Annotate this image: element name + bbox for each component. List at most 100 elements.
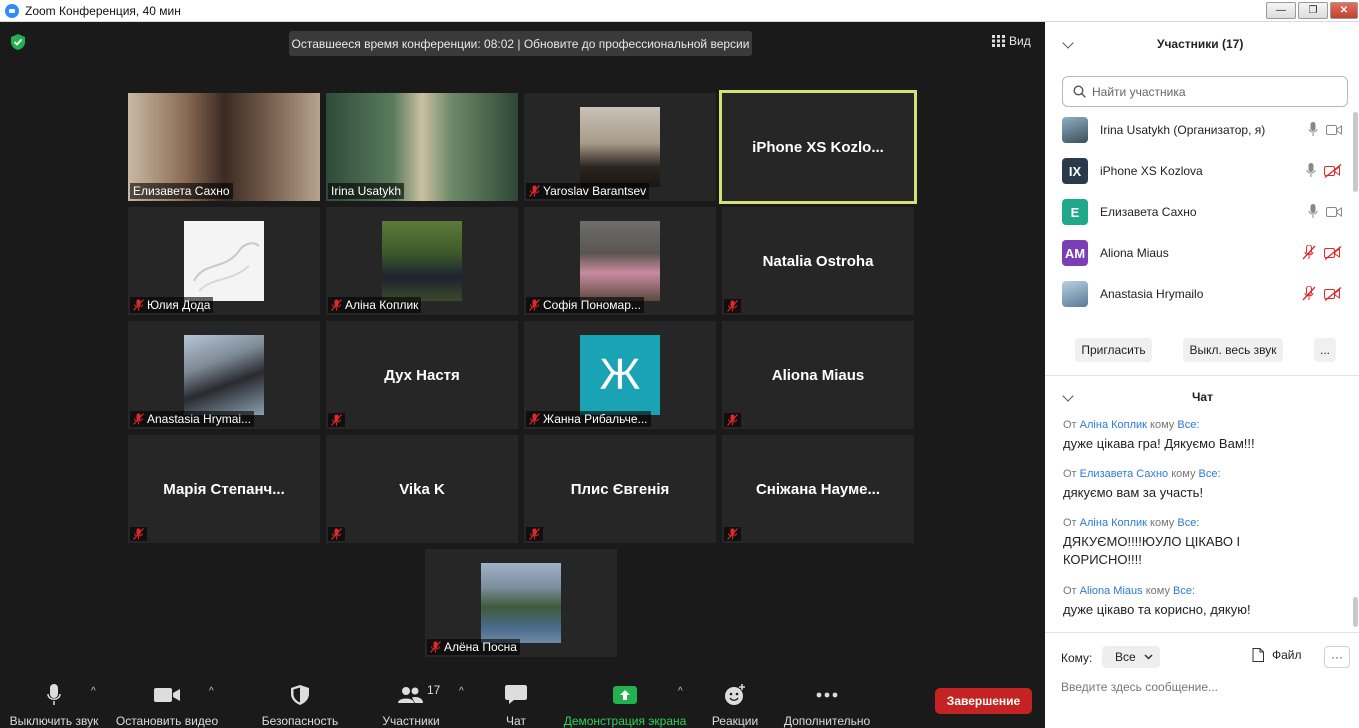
time-remaining-banner[interactable]: Оставшееся время конференции: 08:02 | Об… <box>289 31 752 56</box>
video-tile-active-speaker[interactable]: iPhone XS Kozlo... <box>719 90 917 204</box>
participants-options-caret-icon[interactable]: ^ <box>459 686 464 697</box>
reactions-button[interactable]: Реакции <box>708 670 762 728</box>
mic-muted-icon <box>529 299 540 311</box>
stop-video-button[interactable]: Остановить видео <box>114 670 220 728</box>
chat-message-input[interactable] <box>1061 676 1346 698</box>
sender-name[interactable]: Aliona Miaus <box>1080 585 1143 597</box>
tile-name-label <box>724 413 741 427</box>
audio-options-caret-icon[interactable]: ^ <box>91 686 96 697</box>
video-off-icon[interactable] <box>1324 245 1342 260</box>
participant-avatar: IX <box>1062 158 1088 184</box>
participant-row[interactable]: Irina Usatykh (Организатор, я) <box>1062 117 1342 143</box>
video-on-icon[interactable] <box>1326 206 1342 218</box>
tile-name: Елизавета Сахно <box>133 184 230 198</box>
chat-more-button[interactable]: ··· <box>1324 646 1350 668</box>
message-text: дуже цікава гра! Дякуємо Вам!!! <box>1063 436 1255 451</box>
video-tile[interactable]: Елизавета Сахно <box>128 93 320 201</box>
participants-count: 17 <box>427 683 441 697</box>
mute-all-button[interactable]: Выкл. весь звук <box>1183 338 1283 362</box>
participants-icon <box>398 687 423 703</box>
share-screen-button[interactable]: Демонстрация экрана <box>560 670 690 728</box>
view-button[interactable]: Вид <box>992 34 1031 48</box>
video-tile[interactable]: Алёна Посна <box>425 549 617 657</box>
mic-muted-icon[interactable] <box>1302 286 1316 301</box>
mic-muted-icon[interactable] <box>1302 245 1316 260</box>
video-off-icon[interactable] <box>1324 286 1342 301</box>
video-tile[interactable]: Ж Жанна Рибальче... <box>524 321 716 429</box>
recipient-name: Все: <box>1173 585 1196 597</box>
invite-button[interactable]: Пригласить <box>1075 338 1152 362</box>
video-tile[interactable]: Irina Usatykh <box>326 93 518 201</box>
video-options-caret-icon[interactable]: ^ <box>209 686 214 697</box>
chevron-down-icon <box>1144 654 1153 660</box>
video-tile[interactable]: Софія Пономар... <box>524 207 716 315</box>
security-button[interactable]: Безопасность <box>258 670 342 728</box>
video-camera-icon <box>154 688 180 702</box>
participant-avatar-image <box>184 221 264 301</box>
close-window-button[interactable]: ✕ <box>1330 2 1358 19</box>
participant-avatar-image <box>580 221 660 301</box>
video-tile[interactable]: Yaroslav Barantsev <box>524 93 716 201</box>
video-off-icon[interactable] <box>1324 163 1342 178</box>
participants-more-button[interactable]: ... <box>1314 338 1336 362</box>
participant-avatar: Е <box>1062 199 1088 225</box>
video-tile[interactable]: Марія Степанч... <box>128 435 320 543</box>
encryption-shield-icon[interactable] <box>11 34 25 50</box>
mic-muted-icon <box>331 528 342 540</box>
video-tile[interactable]: Дух Настя <box>326 321 518 429</box>
video-tile[interactable]: Vika K <box>326 435 518 543</box>
mic-muted-icon <box>430 641 441 653</box>
share-options-caret-icon[interactable]: ^ <box>678 686 683 697</box>
recipient-name: Все: <box>1177 517 1200 529</box>
participant-search-input[interactable] <box>1092 84 1332 99</box>
from-label: От <box>1063 468 1077 480</box>
participants-button[interactable]: Участники <box>376 670 446 728</box>
maximize-button[interactable]: ❐ <box>1298 2 1328 19</box>
participant-row[interactable]: AM Aliona Miaus <box>1062 240 1342 266</box>
tile-name: Anastasia Hrymai... <box>147 412 252 426</box>
participant-avatar-image <box>481 563 561 643</box>
mic-muted-icon <box>133 413 144 425</box>
participant-avatar-image <box>580 107 660 187</box>
end-meeting-button[interactable]: Завершение <box>935 688 1032 714</box>
video-tile[interactable]: Natalia Ostroha <box>722 207 914 315</box>
recipient-select[interactable]: Все <box>1102 646 1160 668</box>
file-button[interactable]: Файл <box>1252 648 1302 662</box>
tile-name-label <box>724 299 741 313</box>
chat-button[interactable]: Чат <box>496 670 536 728</box>
mic-on-icon[interactable] <box>1308 204 1318 219</box>
mic-on-icon[interactable] <box>1306 163 1316 178</box>
video-tile[interactable]: Юлия Дода <box>128 207 320 315</box>
tile-display-name: Дух Настя <box>384 367 460 384</box>
tile-name-label: Алёна Посна <box>427 639 520 655</box>
video-on-icon[interactable] <box>1326 124 1342 136</box>
video-tile[interactable]: Aliona Miaus <box>722 321 914 429</box>
mute-button[interactable]: Выключить звук <box>4 670 104 728</box>
participant-search-box[interactable] <box>1062 76 1348 107</box>
message-text: дякуємо вам за участь! <box>1063 485 1204 500</box>
tile-name: Yaroslav Barantsev <box>543 184 647 198</box>
participants-scrollbar[interactable] <box>1353 112 1358 192</box>
sender-name[interactable]: Аліна Коплик <box>1080 419 1147 431</box>
microphone-icon <box>47 684 61 705</box>
chat-scrollbar[interactable] <box>1353 597 1358 627</box>
sender-name[interactable]: Аліна Коплик <box>1080 517 1147 529</box>
participant-row[interactable]: Е Елизавета Сахно <box>1062 199 1342 225</box>
participant-row[interactable]: IX iPhone XS Kozlova <box>1062 158 1342 184</box>
minimize-button[interactable]: — <box>1266 2 1296 19</box>
participant-avatar-image <box>184 335 264 415</box>
sender-name[interactable]: Елизавета Сахно <box>1080 468 1169 480</box>
participant-row[interactable]: Anastasia Hrymailo <box>1062 281 1342 307</box>
chat-message: От Аліна Коплик кому Все: ДЯКУЄМО!!!!ЮУЛ… <box>1063 517 1338 569</box>
to-label: кому <box>1150 517 1175 529</box>
mic-on-icon[interactable] <box>1308 122 1318 137</box>
video-tile[interactable]: Аліна Коплик <box>326 207 518 315</box>
collapse-chat-chevron-icon[interactable] <box>1062 390 1074 402</box>
reaction-smiley-icon <box>725 684 745 705</box>
collapse-participants-chevron-icon[interactable] <box>1062 37 1074 49</box>
video-tile[interactable]: Сніжана Науме... <box>722 435 914 543</box>
share-screen-label: Демонстрация экрана <box>563 714 687 728</box>
more-button[interactable]: Дополнительно <box>780 670 874 728</box>
video-tile[interactable]: Anastasia Hrymai... <box>128 321 320 429</box>
video-tile[interactable]: Плис Євгенія <box>524 435 716 543</box>
